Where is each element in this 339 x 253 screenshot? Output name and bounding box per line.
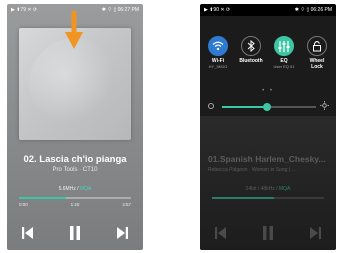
brightness-knob[interactable] — [263, 103, 272, 111]
wheel-lock-toggle[interactable]: Wheel Lock — [305, 36, 329, 70]
player-screen-left: ▶ ⬆79 ✕ ⟳ ✱ ⌔ ▯ 06:27 PM 02. Lascia ch'i… — [7, 4, 143, 250]
brightness-low-icon — [208, 103, 214, 109]
down-arrow-icon — [65, 11, 83, 49]
track-title: 01.Spanish Harlem_Chesky... — [208, 154, 326, 164]
player-screen-right: ▶ ⬆90 ✕ ⟳ ✱ ⌔ ▯ 06:26 PM Wi-Fi HY_5KDG B… — [200, 4, 336, 250]
wheel-lock-label: Wheel Lock — [309, 58, 325, 70]
equalizer-icon — [278, 40, 290, 52]
status-bar: ▶ ⬆90 ✕ ⟳ ✱ ⌔ ▯ 06:26 PM — [200, 4, 336, 16]
brightness-slider[interactable] — [222, 103, 316, 111]
bluetooth-label: Bluetooth — [239, 58, 263, 64]
lock-icon — [313, 41, 321, 52]
audio-format: 5.6MHz / MQA — [58, 186, 92, 192]
pause-icon[interactable] — [68, 225, 82, 241]
track-artist: Rebecca Pidgeon · Women in Song | ... — [208, 167, 296, 173]
eq-toggle[interactable]: EQ User EQ 01 — [272, 36, 296, 69]
skip-previous-icon[interactable] — [214, 225, 228, 241]
elapsed-time: 0:00 — [19, 202, 28, 207]
bluetooth-toggle[interactable]: Bluetooth — [239, 36, 263, 64]
status-left: ▶ ⬆90 ✕ ⟳ — [204, 7, 231, 13]
brightness-high-icon — [320, 101, 329, 110]
track-title: 02. Lascia ch'io pianga — [23, 154, 127, 165]
total-time: 3:57 — [122, 202, 131, 207]
wifi-icon — [212, 41, 224, 51]
progress-bar[interactable] — [212, 197, 324, 199]
pause-icon[interactable] — [261, 225, 275, 241]
status-right: ✱ ⌔ ▯ 06:26 PM — [294, 7, 332, 13]
bluetooth-icon — [247, 40, 255, 52]
skip-previous-icon[interactable] — [21, 225, 35, 241]
status-right: ✱ ⌔ ▯ 06:27 PM — [101, 7, 139, 13]
wifi-toggle[interactable]: Wi-Fi HY_5KDG — [206, 36, 230, 69]
eq-preset: User EQ 01 — [273, 64, 295, 69]
skip-next-icon[interactable] — [115, 225, 129, 241]
status-left: ▶ ⬆79 ✕ ⟳ — [11, 7, 38, 13]
skip-next-icon[interactable] — [308, 225, 322, 241]
progress-bar[interactable] — [19, 197, 131, 199]
track-artist: Pro Tools · CT10 — [52, 167, 98, 173]
page-indicator: • • — [262, 88, 274, 94]
audio-format: 24bit / 48kHz / MQA — [245, 186, 291, 192]
current-time: 1:20 — [70, 202, 80, 207]
wifi-network: HY_5KDG — [208, 64, 228, 69]
quick-settings-panel: Wi-Fi HY_5KDG Bluetooth EQ User EQ 01 Wh… — [200, 16, 336, 116]
